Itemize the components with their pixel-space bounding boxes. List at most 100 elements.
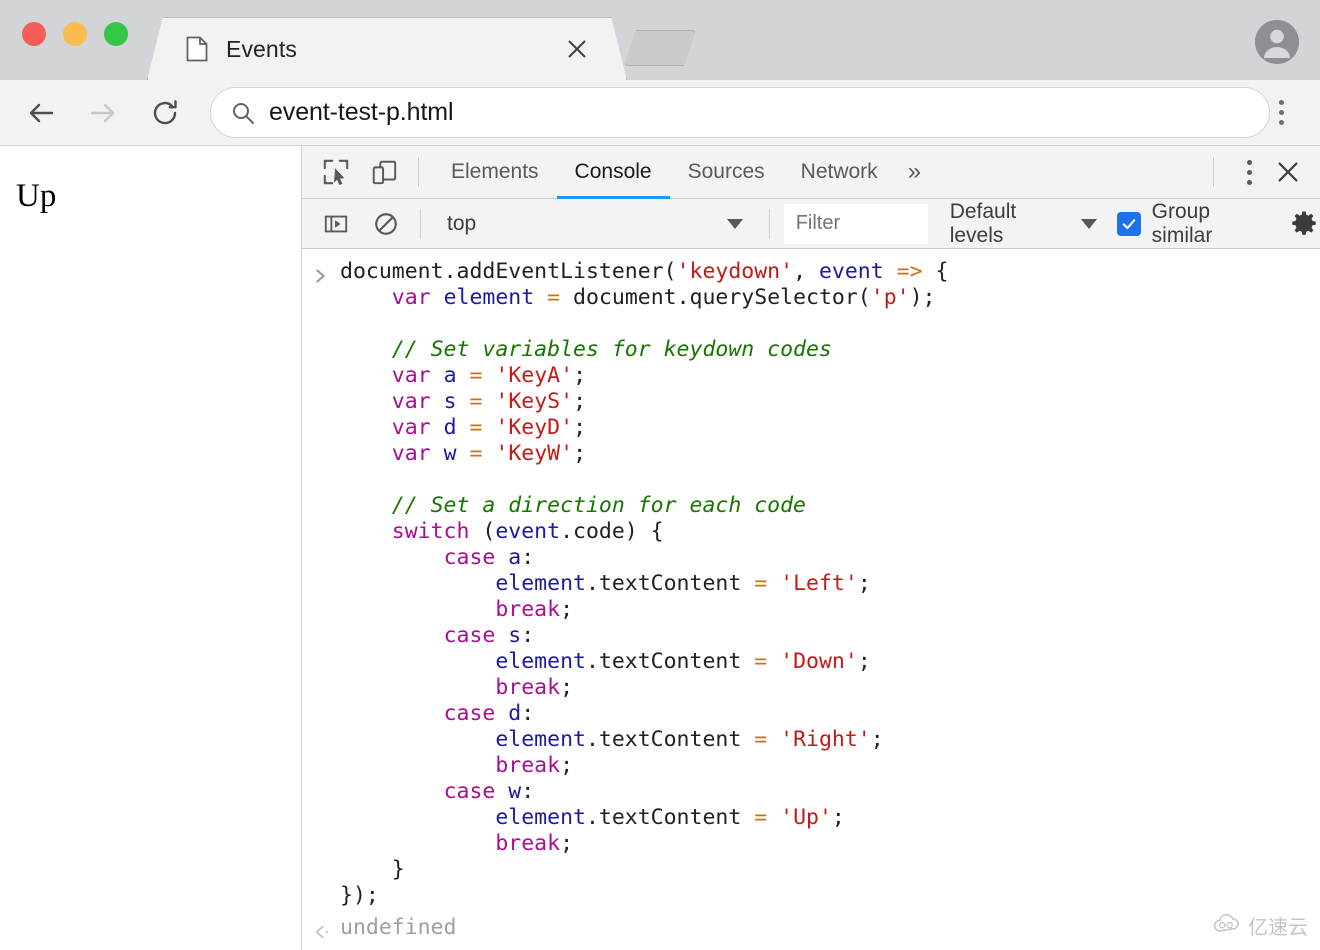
code-token-var: d: [444, 415, 457, 440]
code-token-plain: [340, 753, 495, 778]
code-token-plain: ;: [560, 597, 573, 622]
browser-menu-icon[interactable]: [1266, 96, 1296, 130]
code-token-plain: }: [340, 857, 405, 882]
tab-network-label: Network: [801, 160, 878, 184]
console-result-value: undefined: [340, 915, 457, 941]
code-token-plain: [457, 389, 470, 414]
console-input-entry[interactable]: document.addEventListener('keydown', eve…: [302, 259, 1320, 909]
device-toolbar-icon[interactable]: [364, 152, 404, 192]
filter-input[interactable]: [784, 204, 928, 244]
console-code: document.addEventListener('keydown', eve…: [340, 259, 948, 909]
code-token-var: event: [819, 259, 884, 284]
inspect-element-icon[interactable]: [316, 152, 356, 192]
window-traffic-lights: [22, 22, 128, 46]
tab-sources[interactable]: Sources: [670, 146, 783, 199]
code-token-plain: [482, 415, 495, 440]
new-tab-button[interactable]: [624, 30, 696, 66]
console-output[interactable]: document.addEventListener('keydown', eve…: [302, 249, 1320, 950]
code-token-plain: [495, 545, 508, 570]
code-token-plain: document.querySelector(: [560, 285, 871, 310]
code-token-kw: break: [495, 753, 560, 778]
address-bar[interactable]: event-test-p.html: [210, 87, 1270, 138]
code-token-str: 'KeyD': [495, 415, 573, 440]
tab-elements[interactable]: Elements: [433, 146, 557, 199]
log-levels-dropdown[interactable]: Default levels: [950, 200, 1097, 248]
code-token-kw: var: [392, 441, 431, 466]
tab-network[interactable]: Network: [783, 146, 896, 199]
maximize-window-button[interactable]: [104, 22, 128, 46]
code-token-op: =: [469, 363, 482, 388]
code-token-plain: [340, 649, 495, 674]
code-token-plain: [340, 571, 495, 596]
code-token-kw: var: [392, 415, 431, 440]
code-token-plain: [431, 441, 444, 466]
execution-context-select[interactable]: top: [435, 207, 755, 241]
browser-window: Events: [0, 0, 1320, 950]
browser-tab-events[interactable]: Events: [147, 17, 627, 80]
code-line: break;: [340, 675, 573, 700]
code-token-plain: [340, 831, 495, 856]
code-token-var: a: [508, 545, 521, 570]
code-token-plain: .code) {: [560, 519, 664, 544]
code-token-plain: [495, 623, 508, 648]
code-token-kw: case: [444, 701, 496, 726]
code-token-plain: (: [664, 259, 677, 284]
code-token-plain: ;: [573, 363, 586, 388]
back-arrow-icon[interactable]: [18, 90, 64, 136]
code-line: break;: [340, 597, 573, 622]
code-token-plain: :: [521, 545, 534, 570]
reload-icon[interactable]: [142, 90, 188, 136]
code-token-plain: [431, 415, 444, 440]
code-token-op: =: [754, 649, 767, 674]
close-icon[interactable]: [566, 38, 588, 60]
code-token-plain: [340, 701, 444, 726]
console-filterbar: top Default levels Group similar: [302, 199, 1320, 249]
code-line: case a:: [340, 545, 534, 570]
tab-console[interactable]: Console: [557, 146, 670, 199]
code-token-kw: break: [495, 597, 560, 622]
code-line: element.textContent = 'Up';: [340, 805, 845, 830]
code-token-plain: [457, 415, 470, 440]
page-paragraph: Up: [16, 178, 56, 215]
code-line: element.textContent = 'Right';: [340, 727, 884, 752]
group-similar-toggle[interactable]: Group similar: [1117, 200, 1272, 248]
code-token-plain: ;: [573, 441, 586, 466]
close-devtools-icon[interactable]: [1270, 154, 1306, 190]
code-token-plain: .: [444, 259, 457, 284]
code-token-str: 'p': [871, 285, 910, 310]
code-token-op: =: [754, 727, 767, 752]
devtools-menu-icon[interactable]: [1234, 155, 1264, 189]
group-similar-checkbox[interactable]: [1117, 212, 1141, 236]
console-sidebar-icon[interactable]: [316, 204, 356, 244]
code-token-plain: ,: [793, 259, 819, 284]
code-token-kw: case: [444, 623, 496, 648]
code-token-op: =: [754, 805, 767, 830]
code-token-plain: .textContent: [586, 571, 754, 596]
code-token-plain: [534, 285, 547, 310]
code-token-str: 'Right': [780, 727, 871, 752]
code-token-op: =: [469, 415, 482, 440]
code-token-plain: [340, 519, 392, 544]
minimize-window-button[interactable]: [63, 22, 87, 46]
log-levels-label: Default levels: [950, 200, 1071, 248]
gear-icon[interactable]: [1287, 207, 1320, 241]
devtools-tabbar: Elements Console Sources Network »: [302, 146, 1320, 199]
code-token-plain: ;: [560, 675, 573, 700]
more-tabs-icon[interactable]: »: [896, 158, 933, 186]
code-line: }: [340, 857, 405, 882]
code-token-str: 'KeyS': [495, 389, 573, 414]
code-token-plain: [340, 363, 392, 388]
clear-console-icon[interactable]: [366, 204, 406, 244]
code-token-plain: ;: [858, 571, 871, 596]
code-token-kw: var: [392, 285, 431, 310]
devtools-tabbar-right: [1199, 154, 1306, 190]
code-line: // Set variables for keydown codes: [340, 337, 832, 362]
code-line: break;: [340, 831, 573, 856]
code-token-kw: break: [495, 831, 560, 856]
code-token-plain: [340, 285, 392, 310]
code-token-plain: ;: [560, 831, 573, 856]
code-line: switch (event.code) {: [340, 519, 664, 544]
avatar[interactable]: [1255, 20, 1299, 64]
close-window-button[interactable]: [22, 22, 46, 46]
code-token-plain: [340, 493, 392, 518]
